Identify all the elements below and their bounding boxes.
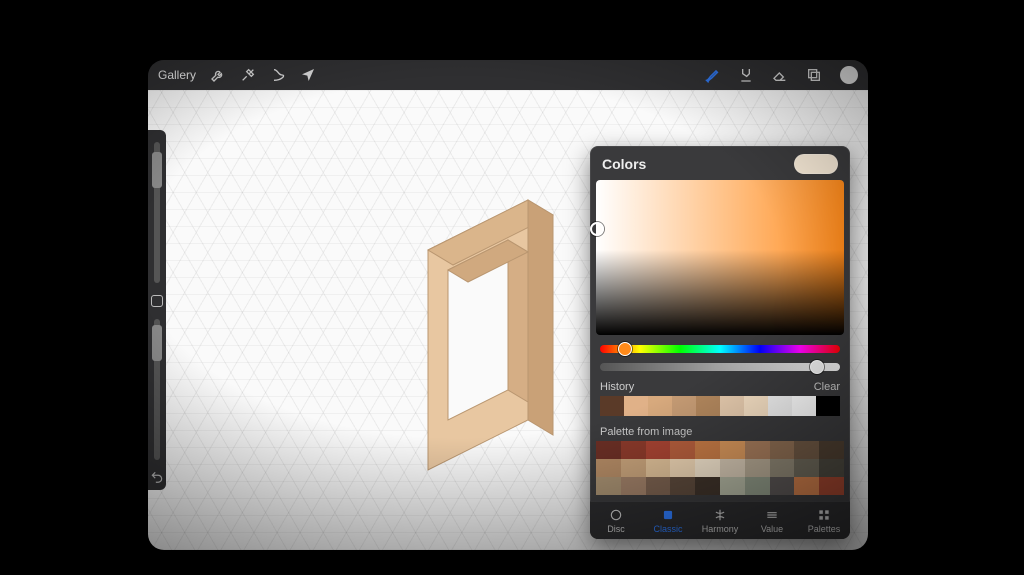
history-swatch[interactable] [768, 396, 792, 416]
palette-swatch[interactable] [770, 459, 795, 477]
palette-swatch[interactable] [720, 441, 745, 459]
clear-history-button[interactable]: Clear [814, 381, 840, 393]
palette-swatch[interactable] [720, 477, 745, 495]
modify-button[interactable] [151, 295, 163, 307]
history-swatch[interactable] [648, 396, 672, 416]
tab-disc[interactable]: Disc [590, 502, 642, 539]
palette-swatch[interactable] [745, 477, 770, 495]
palette-swatch[interactable] [794, 459, 819, 477]
palette-swatch[interactable] [794, 441, 819, 459]
palette-swatch[interactable] [621, 477, 646, 495]
move-icon[interactable] [300, 67, 316, 83]
palette-swatch[interactable] [745, 459, 770, 477]
palette-swatch[interactable] [720, 459, 745, 477]
history-swatch[interactable] [744, 396, 768, 416]
opacity-slider[interactable] [154, 319, 160, 460]
smudge-icon[interactable] [738, 67, 754, 83]
color-icon[interactable] [840, 66, 858, 84]
colors-popover: Colors History Clear Palette from image [590, 146, 850, 539]
undo-icon[interactable] [150, 470, 164, 484]
palette-swatch[interactable] [819, 441, 844, 459]
popover-title: Colors [602, 156, 646, 172]
palette-swatch[interactable] [695, 477, 720, 495]
palette-swatch[interactable] [770, 441, 795, 459]
brightness-slider[interactable] [600, 363, 840, 371]
history-label: History [600, 381, 634, 393]
top-toolbar: Gallery [148, 60, 868, 90]
history-swatch[interactable] [624, 396, 648, 416]
hue-slider[interactable] [600, 345, 840, 353]
palette-swatch[interactable] [596, 441, 621, 459]
layers-icon[interactable] [806, 67, 822, 83]
history-swatch[interactable] [696, 396, 720, 416]
current-color-swatch[interactable] [794, 154, 838, 174]
selection-icon[interactable] [270, 67, 286, 83]
palette-swatch[interactable] [646, 441, 671, 459]
color-square[interactable] [596, 180, 844, 335]
tab-harmony[interactable]: Harmony [694, 502, 746, 539]
brush-size-slider[interactable] [154, 142, 160, 283]
palette-swatch[interactable] [770, 477, 795, 495]
history-swatch[interactable] [672, 396, 696, 416]
history-swatch[interactable] [816, 396, 840, 416]
drawing-doorframe [408, 190, 578, 480]
wrench-icon[interactable] [210, 67, 226, 83]
palette-swatch[interactable] [819, 477, 844, 495]
palette-swatch[interactable] [794, 477, 819, 495]
history-swatches [600, 396, 840, 416]
palette-swatch[interactable] [621, 459, 646, 477]
palette-label: Palette from image [590, 420, 850, 441]
side-rail [148, 130, 166, 490]
history-swatch[interactable] [792, 396, 816, 416]
history-swatch[interactable] [600, 396, 624, 416]
app-frame: Gallery [148, 60, 868, 550]
palette-swatch[interactable] [596, 459, 621, 477]
tab-value[interactable]: Value [746, 502, 798, 539]
canvas[interactable]: Colors History Clear Palette from image [148, 90, 868, 550]
color-picker-cursor[interactable] [590, 222, 604, 236]
gallery-button[interactable]: Gallery [158, 68, 196, 82]
palette-swatch[interactable] [745, 441, 770, 459]
palette-swatch[interactable] [621, 441, 646, 459]
eraser-icon[interactable] [772, 67, 788, 83]
tab-classic[interactable]: Classic [642, 502, 694, 539]
history-swatch[interactable] [720, 396, 744, 416]
brush-icon[interactable] [704, 67, 720, 83]
palette-swatch[interactable] [646, 477, 671, 495]
adjustments-icon[interactable] [240, 67, 256, 83]
palette-swatch[interactable] [819, 459, 844, 477]
palette-swatch[interactable] [670, 441, 695, 459]
palette-swatch[interactable] [670, 477, 695, 495]
palette-swatch[interactable] [695, 441, 720, 459]
color-mode-tabs: Disc Classic Harmony Value Palettes [590, 501, 850, 539]
palette-swatch[interactable] [695, 459, 720, 477]
palette-swatch[interactable] [670, 459, 695, 477]
palette-swatch[interactable] [596, 477, 621, 495]
palette-grid [590, 441, 850, 501]
tab-palettes[interactable]: Palettes [798, 502, 850, 539]
palette-swatch[interactable] [646, 459, 671, 477]
